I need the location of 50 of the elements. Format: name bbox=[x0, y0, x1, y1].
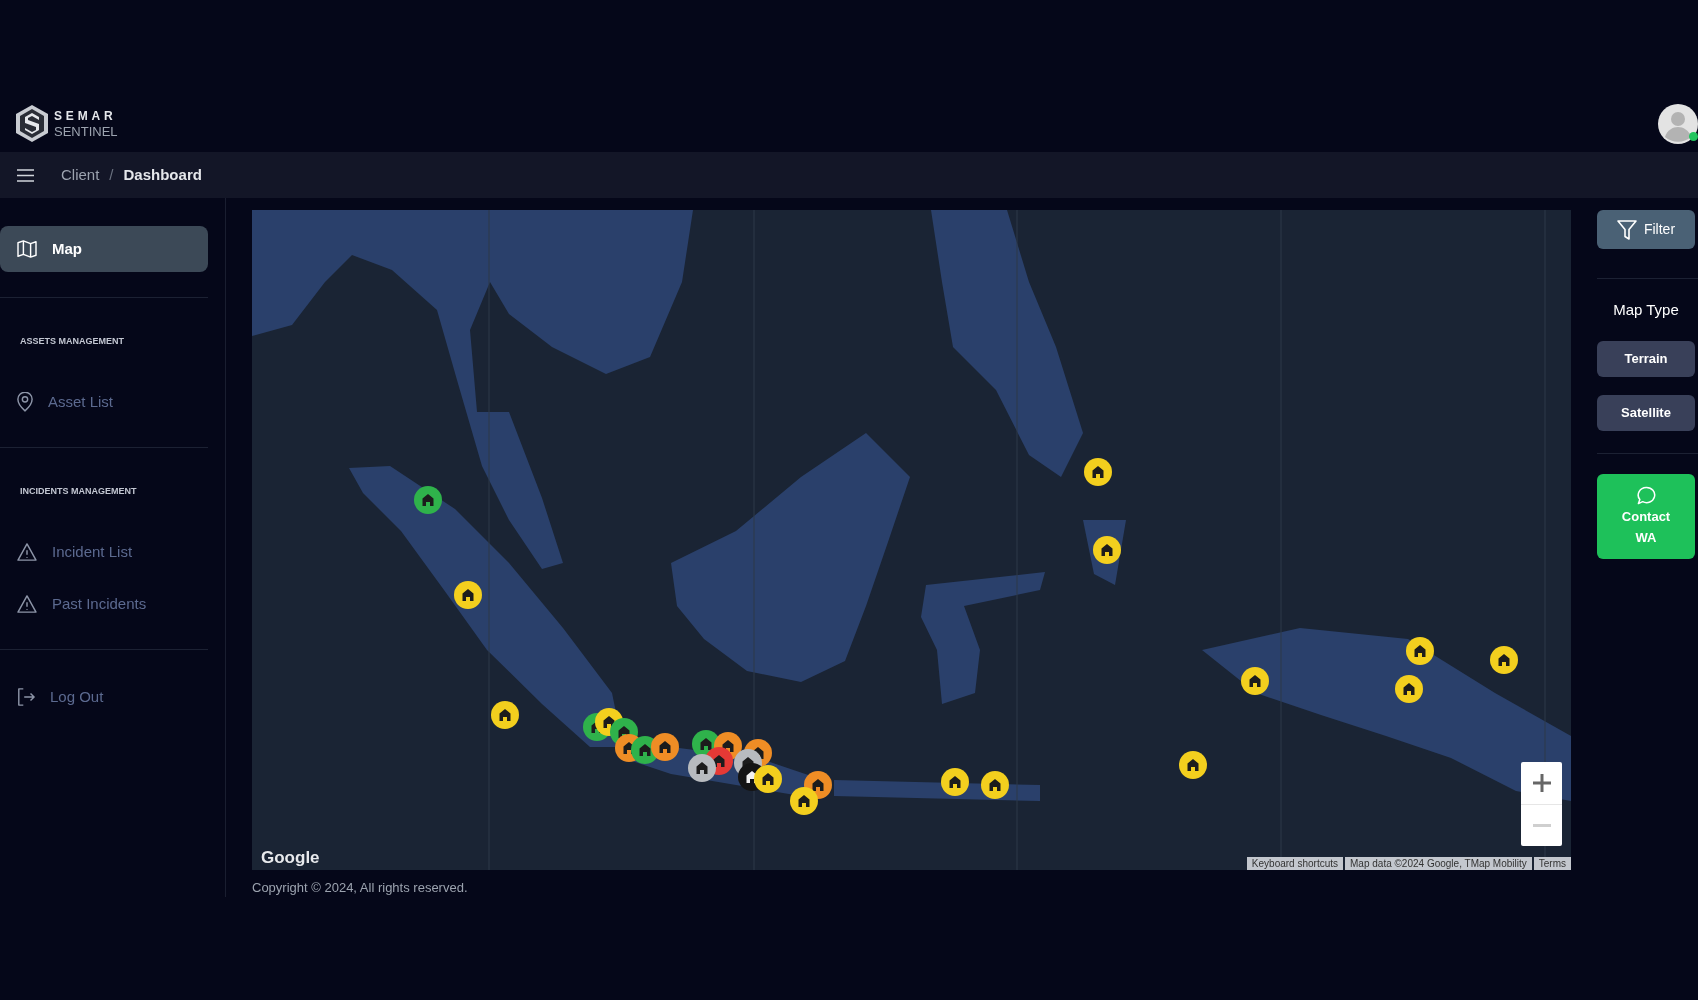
logo-text: SEMAR bbox=[54, 109, 118, 122]
map-marker-icon[interactable] bbox=[1093, 536, 1121, 564]
logo-text: SENTINEL bbox=[54, 124, 118, 138]
sidebar-item[interactable]: Incident List bbox=[0, 529, 208, 575]
section-heading: INCIDENTS MANAGEMENT bbox=[19, 485, 138, 497]
map-marker-icon[interactable] bbox=[491, 701, 519, 729]
map-marker-icon[interactable] bbox=[790, 787, 818, 815]
warning-icon bbox=[17, 543, 37, 561]
menu-icon[interactable] bbox=[17, 168, 34, 182]
zoom-in-button[interactable] bbox=[1521, 762, 1562, 804]
map-type-button[interactable]: Satellite bbox=[1597, 395, 1695, 431]
logo-icon bbox=[16, 105, 48, 142]
map-marker-icon[interactable] bbox=[1084, 458, 1112, 486]
map-type-button[interactable]: Terrain bbox=[1597, 341, 1695, 377]
map-marker-icon[interactable] bbox=[1490, 646, 1518, 674]
map-marker-icon[interactable] bbox=[1179, 751, 1207, 779]
map-icon bbox=[17, 240, 37, 258]
map-marker-icon[interactable] bbox=[1241, 667, 1269, 695]
map-marker-icon[interactable] bbox=[1395, 675, 1423, 703]
filter-icon bbox=[1616, 219, 1637, 240]
sidebar-item[interactable]: Map bbox=[0, 226, 208, 272]
minus-icon bbox=[1532, 824, 1551, 827]
map-marker-icon[interactable] bbox=[414, 486, 442, 514]
chat-bubble-icon bbox=[1636, 485, 1656, 505]
map-marker-icon[interactable] bbox=[941, 768, 969, 796]
breadcrumb-current: Dashboard bbox=[123, 164, 202, 185]
attribution-link[interactable]: Keyboard shortcuts bbox=[1246, 857, 1344, 870]
google-logo: Google bbox=[261, 849, 320, 866]
map-marker-icon[interactable] bbox=[688, 754, 716, 782]
avatar-icon[interactable] bbox=[1658, 103, 1698, 144]
sidebar-item[interactable]: Past Incidents bbox=[0, 581, 208, 627]
map-marker-icon[interactable] bbox=[454, 581, 482, 609]
section-heading: ASSETS MANAGEMENT bbox=[19, 335, 125, 347]
map-marker-icon[interactable] bbox=[754, 765, 782, 793]
breadcrumb-separator: / bbox=[109, 164, 114, 185]
warning-icon bbox=[17, 595, 37, 613]
filter-button[interactable]: Filter bbox=[1597, 210, 1695, 249]
map-marker-icon[interactable] bbox=[981, 771, 1009, 799]
plus-icon bbox=[1532, 774, 1551, 792]
copyright-text: Copyright © 2024, All rights reserved. bbox=[252, 879, 469, 897]
map-marker-icon[interactable] bbox=[651, 733, 679, 761]
map-type-heading: Map Type bbox=[1612, 300, 1680, 320]
attribution-link[interactable]: Terms bbox=[1533, 857, 1571, 870]
attribution-link[interactable]: Map data ©2024 Google, TMap Mobility bbox=[1345, 857, 1532, 870]
sidebar-item[interactable]: Asset List bbox=[0, 379, 208, 425]
sidebar-item[interactable]: Log Out bbox=[0, 674, 208, 720]
location-pin-icon bbox=[17, 392, 33, 412]
logout-icon bbox=[17, 688, 35, 706]
map-marker-icon[interactable] bbox=[1406, 637, 1434, 665]
breadcrumb-link[interactable]: Client bbox=[61, 163, 100, 187]
